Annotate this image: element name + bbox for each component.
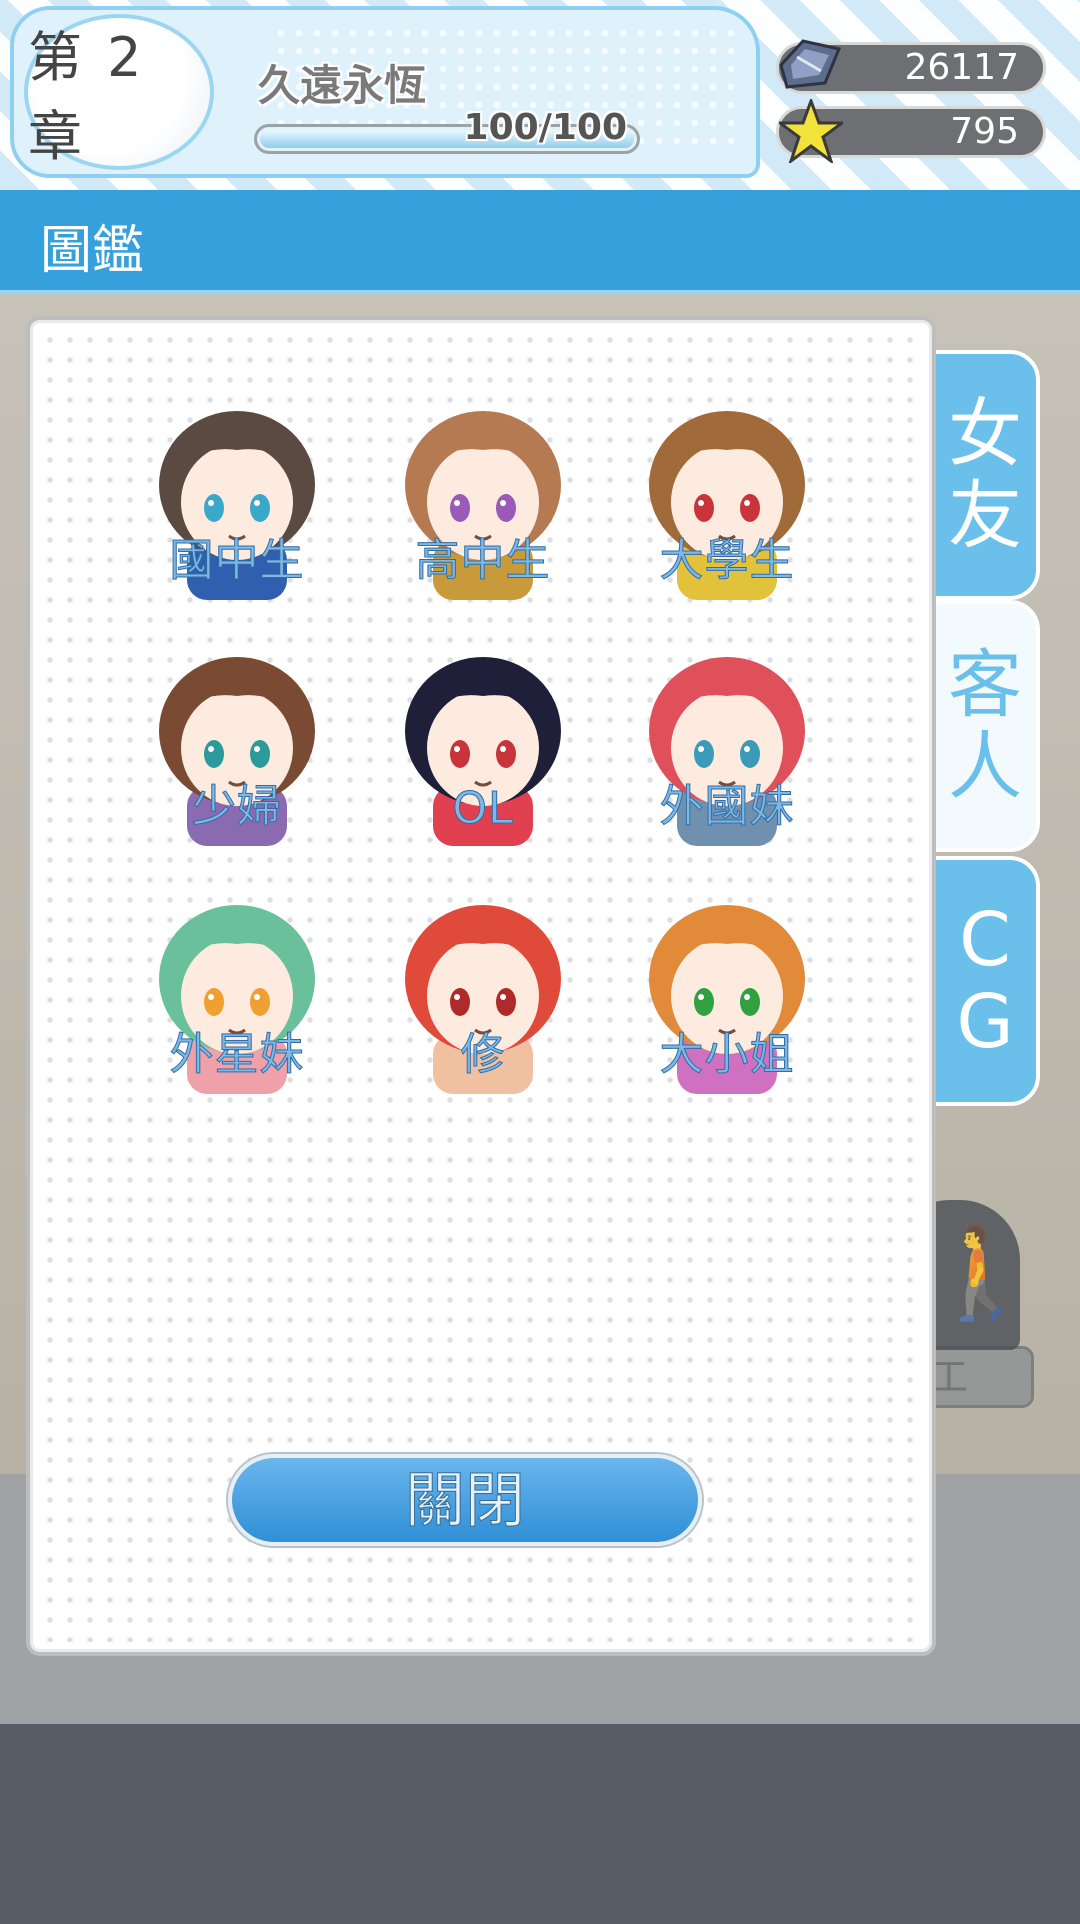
character-portrait[interactable]: 大小姐	[622, 884, 832, 1094]
character-portrait[interactable]: 少婦	[132, 636, 342, 846]
tab-girlfriend-label: 女 友	[948, 391, 1022, 559]
page-title: 圖鑑	[40, 221, 145, 281]
character-label: 國中生	[169, 535, 305, 587]
chapter-title: 久遠永恆	[258, 61, 427, 110]
star-icon	[779, 99, 843, 163]
character-portrait[interactable]: OL	[378, 636, 588, 846]
character-label: 高中生	[415, 535, 551, 587]
chapter-progress-bar: 100/100	[254, 107, 640, 154]
gem-counter[interactable]: 26117	[776, 39, 1046, 94]
character-portrait[interactable]: 外國妹	[622, 636, 832, 846]
tab-guest-label: 客 人	[948, 642, 1022, 810]
character-portrait[interactable]: 國中生	[132, 390, 342, 600]
title-bar: 圖鑑	[0, 190, 1080, 294]
gem-icon	[779, 39, 842, 89]
character-label: 大學生	[659, 535, 795, 587]
gem-count: 26117	[904, 47, 1019, 88]
close-button[interactable]: 關閉	[228, 1454, 702, 1546]
character-label: 外國妹	[659, 781, 795, 833]
character-portrait[interactable]: 高中生	[378, 390, 588, 600]
character-label: 修	[460, 1029, 506, 1081]
character-portrait[interactable]: 外星妹	[132, 884, 342, 1094]
tab-cg[interactable]: C G	[930, 856, 1040, 1106]
character-label: OL	[452, 783, 514, 835]
scene-bottom	[0, 1724, 1080, 1924]
tab-cg-label: C G	[956, 897, 1014, 1065]
character-portrait[interactable]: 修	[378, 884, 588, 1094]
progress-text: 100/100	[463, 107, 627, 148]
tab-girlfriend[interactable]: 女 友	[930, 350, 1040, 600]
tab-guest[interactable]: 客 人	[930, 600, 1040, 852]
star-counter[interactable]: 795	[776, 99, 1046, 163]
chapter-badge: 第 2 章	[24, 14, 214, 170]
character-label: 大小姐	[659, 1029, 795, 1081]
character-label: 少婦	[192, 781, 282, 833]
character-label: 外星妹	[169, 1029, 305, 1081]
character-portrait[interactable]: 大學生	[622, 390, 832, 600]
star-count: 795	[950, 111, 1019, 152]
top-status-bar: 第 2 章 久遠永恆 100/100 26117 795	[0, 0, 1080, 190]
